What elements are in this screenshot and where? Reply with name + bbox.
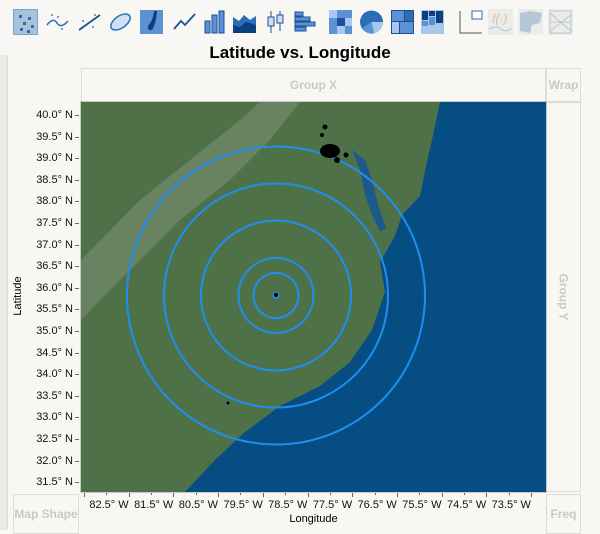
y-tick-mark — [75, 352, 79, 354]
group-y-dropzone[interactable]: Group Y — [546, 102, 581, 492]
y-tick-label: 36.5° N — [36, 260, 73, 273]
y-tick-label: 31.5° N — [36, 476, 73, 489]
y-tick-mark — [75, 374, 79, 376]
line-graph-icon[interactable] — [172, 9, 197, 35]
y-tick-label: 39.5° N — [36, 130, 73, 143]
y-tick-label: 36.0° N — [36, 281, 73, 294]
y-tick-mark — [75, 136, 79, 138]
group-y-label: Group Y — [556, 273, 571, 321]
y-tick-label: 38.5° N — [36, 173, 73, 186]
y-tick-label: 39.0° N — [36, 152, 73, 165]
y-tick-label: 40.0° N — [36, 109, 73, 121]
y-tick-label: 32.5° N — [36, 433, 73, 445]
pie-graph-icon[interactable] — [359, 9, 384, 35]
y-tick-mark — [75, 223, 79, 224]
y-tick-mark — [75, 266, 79, 268]
y-tick-mark — [75, 309, 79, 311]
parallel-graph-icon[interactable] — [548, 9, 573, 35]
y-tick-label: 33.5° N — [36, 389, 73, 402]
histogram-graph-icon[interactable] — [293, 9, 318, 35]
wrap-dropzone[interactable]: Wrap — [546, 68, 581, 102]
y-tick-label: 38.0° N — [36, 195, 73, 208]
x-tick-label: 77.5° W — [312, 499, 353, 511]
x-tick-label: 73.5° W — [491, 499, 531, 511]
y-tick-mark — [75, 331, 79, 332]
y-tick-mark — [75, 201, 79, 203]
y-tick-label: 37.0° N — [36, 238, 73, 251]
y-tick-label: 33.0° N — [36, 411, 73, 424]
graph-title: Latitude vs. Longitude — [209, 43, 391, 62]
y-axis-label: Latitude — [12, 276, 24, 316]
y-tick-label: 34.5° N — [36, 346, 73, 359]
y-tick-mark — [75, 439, 79, 440]
ellipse-graph-icon[interactable] — [108, 9, 133, 35]
y-tick-mark — [75, 417, 79, 419]
x-tick-label: 75.5° W — [402, 499, 442, 511]
formula-graph-icon[interactable]: f(·) — [488, 9, 513, 35]
x-tick-label: 82.5° W — [89, 499, 129, 511]
y-tick-mark — [75, 395, 79, 397]
line-of-fit-graph-icon[interactable] — [77, 9, 102, 35]
caption-box-graph-icon[interactable] — [458, 9, 483, 35]
x-axis-label: Longitude — [289, 513, 338, 525]
y-tick-mark — [75, 244, 79, 246]
plot-frame — [80, 101, 547, 493]
x-tick-label: 80.5° W — [178, 499, 219, 511]
y-tick-label: 32.0° N — [36, 454, 73, 467]
heatmap-graph-icon[interactable] — [328, 9, 353, 35]
y-tick-mark — [75, 158, 79, 160]
box-plot-graph-icon[interactable] — [263, 9, 288, 35]
y-tick-mark — [75, 460, 79, 462]
x-tick-label: 76.5° W — [357, 499, 397, 511]
bar-graph-icon[interactable] — [202, 9, 227, 35]
y-tick-mark — [75, 115, 79, 116]
y-tick-label: 35.5° N — [36, 303, 73, 316]
area-graph-icon[interactable] — [232, 9, 257, 35]
contour-graph-icon[interactable] — [139, 9, 164, 35]
y-tick-mark — [75, 179, 79, 181]
group-x-dropzone[interactable]: Group X — [81, 68, 546, 102]
y-tick-label: 34.0° N — [36, 368, 73, 381]
y-tick-mark — [75, 482, 79, 484]
mosaic-graph-icon[interactable] — [420, 9, 445, 35]
x-tick-label: 74.5° W — [446, 499, 487, 511]
y-axis: 40.0° N 39.5° N 39.0° N 38.5° N 38.0° N 37.5°… — [0, 0, 79, 492]
y-tick-mark — [75, 287, 79, 289]
treemap-graph-icon[interactable] — [390, 9, 415, 35]
x-tick-label: 79.5° W — [223, 499, 263, 511]
svg-text:f(·): f(·) — [492, 12, 507, 26]
y-tick-label: 35.0° N — [36, 325, 73, 337]
x-tick-label: 78.5° W — [268, 499, 308, 511]
y-tick-label: 37.5° N — [36, 217, 73, 229]
x-tick-label: 81.5° W — [134, 499, 174, 511]
map-shapes-graph-icon[interactable] — [518, 9, 543, 35]
